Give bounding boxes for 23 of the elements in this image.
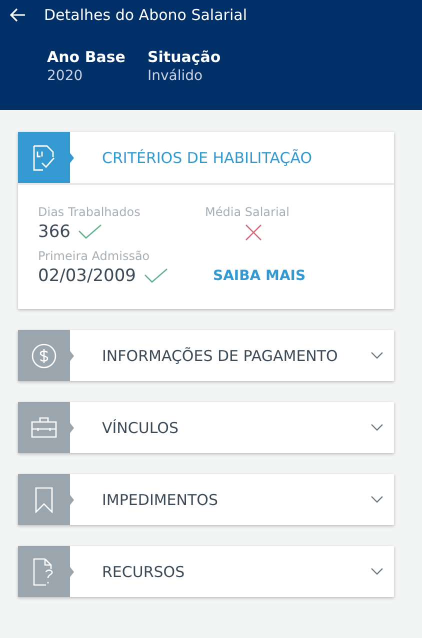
screen-title: Detalhes do Abono Salarial: [44, 6, 247, 24]
chevron-down-icon: [371, 496, 383, 503]
briefcase-icon: [31, 416, 57, 438]
field-label: Ano Base: [47, 48, 126, 66]
document-question-icon: [33, 558, 55, 586]
criterion-label: Média Salarial: [205, 205, 290, 219]
section-header[interactable]: INFORMAÇÕES DE PAGAMENTO: [18, 330, 394, 381]
field-value: Inválido: [147, 68, 204, 84]
criterion-value: 366: [38, 222, 70, 242]
chevron-down-icon: [371, 424, 383, 431]
document-check-icon: [33, 144, 55, 170]
field-label: Situação: [147, 48, 221, 66]
section-header[interactable]: IMPEDIMENTOS: [18, 474, 394, 525]
criterion-label: Dias Trabalhados: [38, 205, 140, 219]
criterion-value: 02/03/2009: [38, 266, 136, 286]
chevron-down-icon: [371, 568, 383, 575]
bookmark-icon: [35, 486, 53, 512]
section-header[interactable]: RECURSOS: [18, 546, 394, 597]
dollar-icon: [31, 342, 57, 368]
field-value: 2020: [47, 68, 84, 84]
chevron-down-icon: [371, 352, 383, 359]
criterion-label: Primeira Admissão: [38, 249, 150, 263]
section-header[interactable]: VÍNCULOS: [18, 402, 394, 453]
